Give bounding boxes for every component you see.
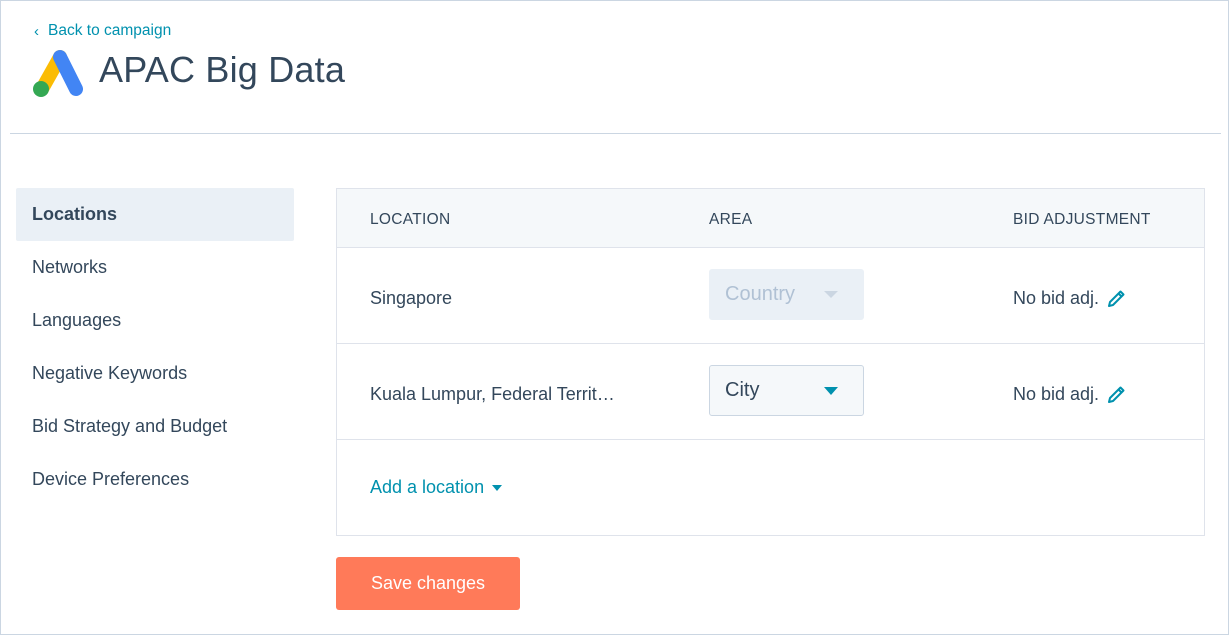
sidebar-item-negative-keywords[interactable]: Negative Keywords — [16, 347, 294, 400]
sidebar-item-locations[interactable]: Locations — [16, 188, 294, 241]
caret-down-icon — [492, 484, 503, 491]
locations-table: LOCATION AREA BID ADJUSTMENT Singapore C… — [336, 188, 1205, 536]
column-header-location: LOCATION — [370, 211, 451, 228]
area-select[interactable]: City — [709, 365, 864, 416]
column-header-bid-adjustment: BID ADJUSTMENT — [1013, 211, 1151, 228]
sidebar-item-bid-strategy-and-budget[interactable]: Bid Strategy and Budget — [16, 400, 294, 453]
chevron-left-icon: ‹ — [34, 22, 39, 40]
bid-adjustment-value: No bid adj. — [1013, 288, 1100, 308]
page-title: APAC Big Data — [99, 49, 346, 90]
area-select-value: Country — [725, 283, 796, 305]
settings-sidebar: Locations Networks Languages Negative Ke… — [16, 188, 294, 506]
back-to-campaign-link[interactable]: ‹ Back to campaign — [34, 22, 171, 40]
bid-adjustment-value: No bid adj. — [1013, 384, 1100, 404]
bid-adjustment: No bid adj. — [1013, 288, 1126, 309]
pencil-icon[interactable] — [1106, 289, 1126, 309]
sidebar-item-device-preferences[interactable]: Device Preferences — [16, 453, 294, 506]
app-window: ‹ Back to campaign APAC Big Data Locatio… — [0, 0, 1229, 635]
sidebar-item-networks[interactable]: Networks — [16, 241, 294, 294]
header-divider — [10, 133, 1221, 134]
location-name: Kuala Lumpur, Federal Territ… — [370, 384, 615, 404]
pencil-icon[interactable] — [1106, 385, 1126, 405]
bid-adjustment: No bid adj. — [1013, 384, 1126, 405]
caret-down-icon — [824, 387, 838, 395]
save-changes-button[interactable]: Save changes — [336, 557, 520, 610]
table-row: Kuala Lumpur, Federal Territ… City No bi… — [337, 344, 1204, 440]
caret-down-icon — [824, 291, 838, 298]
google-ads-logo — [33, 50, 83, 97]
location-name: Singapore — [370, 288, 453, 308]
back-link-label: Back to campaign — [48, 22, 172, 39]
add-location-label: Add a location — [370, 477, 485, 497]
table-row: Singapore Country No bid adj. — [337, 248, 1204, 344]
area-select: Country — [709, 269, 864, 320]
area-select-value: City — [725, 379, 760, 401]
sidebar-item-languages[interactable]: Languages — [16, 294, 294, 347]
add-location-dropdown[interactable]: Add a location — [370, 477, 503, 498]
column-header-area: AREA — [709, 211, 753, 228]
table-header: LOCATION AREA BID ADJUSTMENT — [337, 189, 1204, 248]
